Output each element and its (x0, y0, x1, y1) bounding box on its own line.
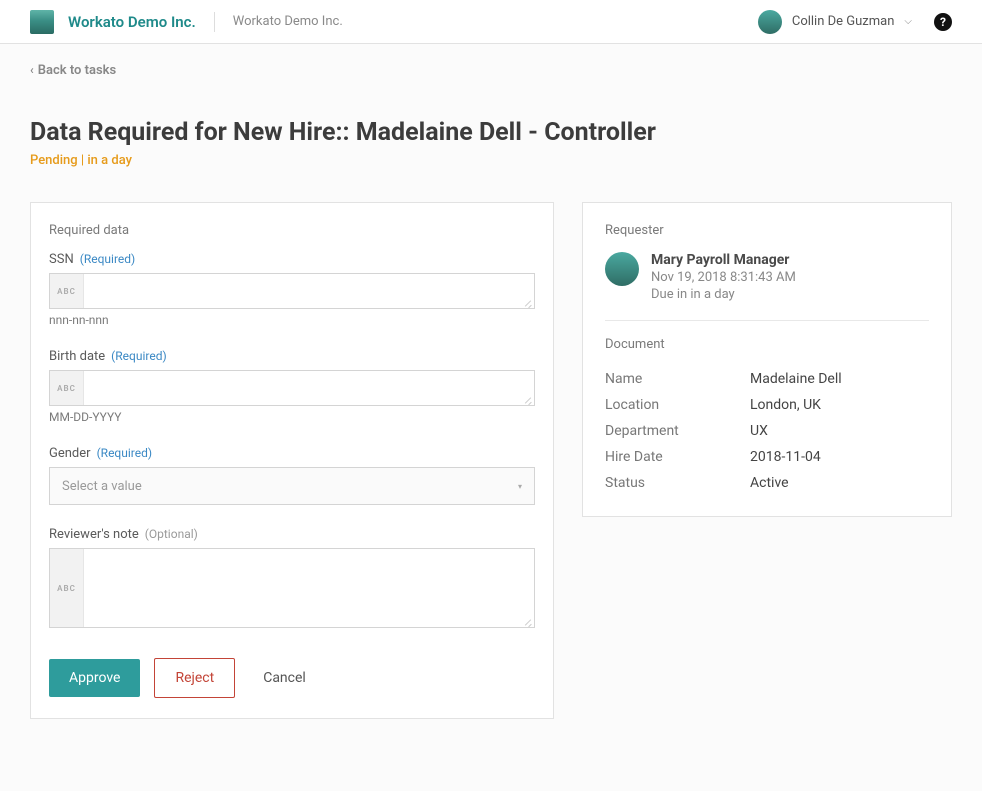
ssn-required-hint: (Required) (80, 252, 135, 266)
doc-row-location: Location London, UK (605, 392, 929, 418)
ssn-label: SSN (49, 252, 74, 267)
note-label: Reviewer's note (49, 527, 139, 542)
gender-select[interactable]: Select a value ▾ (49, 467, 535, 505)
birth-label: Birth date (49, 349, 105, 364)
form-heading: Required data (49, 223, 535, 238)
content-row: Required data SSN (Required) ABC nnn-nn-… (30, 202, 952, 719)
birth-input-wrap: ABC (49, 370, 535, 406)
status-line: Pending | in a day (30, 153, 952, 168)
note-input-wrap: ABC (49, 548, 535, 628)
approve-button[interactable]: Approve (49, 659, 140, 697)
topbar-left: Workato Demo Inc. Workato Demo Inc. (30, 10, 343, 34)
doc-name-label: Name (605, 371, 750, 387)
requester-name: Mary Payroll Manager (651, 252, 796, 268)
requester-avatar (605, 252, 639, 286)
chevron-down-icon: ▾ (518, 482, 522, 491)
divider (214, 12, 215, 32)
chevron-down-icon[interactable]: ⌵ (904, 16, 912, 27)
doc-row-hire-date: Hire Date 2018-11-04 (605, 444, 929, 470)
doc-department-label: Department (605, 423, 750, 439)
org-subname: Workato Demo Inc. (233, 14, 343, 29)
doc-location-label: Location (605, 397, 750, 413)
help-icon[interactable]: ? (934, 13, 952, 31)
input-type-badge: ABC (50, 371, 84, 405)
cancel-button[interactable]: Cancel (249, 659, 320, 697)
page-body: ‹ Back to tasks Data Required for New Hi… (0, 44, 982, 759)
reviewer-note-input[interactable] (84, 549, 534, 627)
input-type-badge: ABC (50, 274, 84, 308)
birth-input[interactable] (84, 371, 534, 405)
gender-label: Gender (49, 446, 91, 461)
doc-name-value: Madelaine Dell (750, 371, 842, 387)
birth-help-text: MM-DD-YYYY (49, 410, 535, 424)
doc-hire-date-value: 2018-11-04 (750, 449, 821, 465)
org-logo (30, 10, 54, 34)
field-birth-date: Birth date (Required) ABC MM-DD-YYYY (49, 349, 535, 424)
user-avatar (758, 10, 782, 34)
ssn-input-wrap: ABC (49, 273, 535, 309)
requester-row: Mary Payroll Manager Nov 19, 2018 8:31:4… (605, 252, 929, 302)
topbar-right: Collin De Guzman ⌵ ? (758, 10, 952, 34)
back-link-label: Back to tasks (38, 63, 116, 78)
chevron-left-icon: ‹ (30, 63, 34, 77)
doc-hire-date-label: Hire Date (605, 449, 750, 465)
ssn-help-text: nnn-nn-nnn (49, 313, 535, 327)
birth-label-row: Birth date (Required) (49, 349, 535, 364)
reject-button[interactable]: Reject (154, 658, 235, 698)
gender-required-hint: (Required) (97, 446, 152, 460)
ssn-label-row: SSN (Required) (49, 252, 535, 267)
input-type-badge: ABC (50, 549, 84, 627)
doc-row-status: Status Active (605, 470, 929, 496)
org-name[interactable]: Workato Demo Inc. (68, 13, 196, 31)
ssn-input[interactable] (84, 274, 534, 308)
gender-placeholder: Select a value (62, 479, 142, 494)
form-card: Required data SSN (Required) ABC nnn-nn-… (30, 202, 554, 719)
doc-row-department: Department UX (605, 418, 929, 444)
doc-status-value: Active (750, 475, 789, 491)
doc-status-label: Status (605, 475, 750, 491)
note-label-row: Reviewer's note (Optional) (49, 527, 535, 542)
doc-location-value: London, UK (750, 397, 821, 413)
back-to-tasks-link[interactable]: ‹ Back to tasks (30, 63, 116, 78)
user-name[interactable]: Collin De Guzman (792, 14, 895, 29)
field-gender: Gender (Required) Select a value ▾ (49, 446, 535, 505)
doc-department-value: UX (750, 423, 768, 439)
action-row: Approve Reject Cancel (49, 658, 535, 698)
requester-heading: Requester (605, 223, 929, 238)
document-heading: Document (605, 337, 929, 352)
requester-due: Due in in a day (651, 287, 796, 302)
field-ssn: SSN (Required) ABC nnn-nn-nnn (49, 252, 535, 327)
field-reviewer-note: Reviewer's note (Optional) ABC (49, 527, 535, 628)
birth-required-hint: (Required) (111, 349, 166, 363)
requester-timestamp: Nov 19, 2018 8:31:43 AM (651, 270, 796, 285)
note-optional-hint: (Optional) (145, 527, 198, 541)
topbar: Workato Demo Inc. Workato Demo Inc. Coll… (0, 0, 982, 44)
sidebar-card: Requester Mary Payroll Manager Nov 19, 2… (582, 202, 952, 517)
doc-row-name: Name Madelaine Dell (605, 366, 929, 392)
page-title: Data Required for New Hire:: Madelaine D… (30, 118, 952, 147)
requester-info: Mary Payroll Manager Nov 19, 2018 8:31:4… (651, 252, 796, 302)
divider (605, 320, 929, 321)
gender-label-row: Gender (Required) (49, 446, 535, 461)
